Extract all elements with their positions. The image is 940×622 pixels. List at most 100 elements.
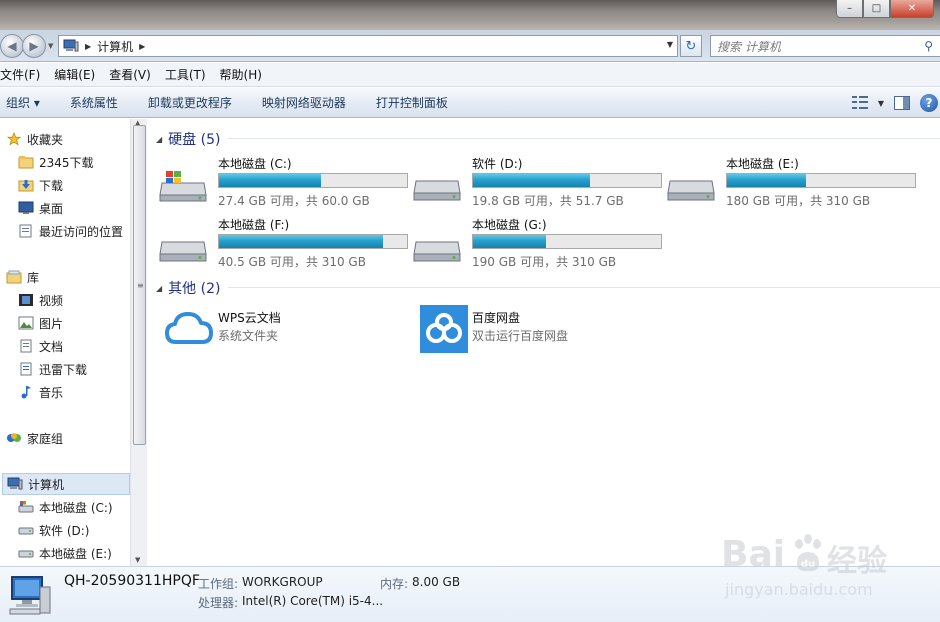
drive-item-f[interactable]: 本地磁盘 (F:) 40.5 GB 可用，共 310 GB: [148, 216, 408, 274]
sidebar-item-recent-places[interactable]: 最近访问的位置: [18, 220, 130, 242]
sidebar-item-label: 文档: [39, 339, 64, 354]
uninstall-program-button[interactable]: 卸载或更改程序: [148, 94, 232, 111]
recent-pages-dropdown-icon[interactable]: ▼: [48, 42, 53, 50]
menu-bar: 文件(F) 编辑(E) 查看(V) 工具(T) 帮助(H): [0, 63, 940, 87]
view-dropdown-icon[interactable]: ▼: [878, 99, 884, 108]
hard-drive-icon: [413, 180, 461, 201]
menu-tools[interactable]: 工具(T): [165, 66, 214, 83]
system-properties-button[interactable]: 系统属性: [70, 94, 118, 111]
computer-icon: [7, 477, 23, 490]
open-control-panel-button[interactable]: 打开控制面板: [376, 94, 448, 111]
refresh-icon: ↻: [685, 38, 697, 54]
search-input[interactable]: 搜索 计算机 ⚲: [710, 35, 940, 57]
sidebar-item-thunder-downloads[interactable]: 迅雷下载: [18, 358, 130, 380]
drive-item-d[interactable]: 软件 (D:) 19.8 GB 可用，共 51.7 GB: [402, 155, 662, 213]
baidu-netdisk-icon: [420, 305, 468, 353]
close-button[interactable]: ✕: [890, 0, 934, 18]
sidebar-item-label: 家庭组: [27, 431, 64, 446]
drive-name: 软件 (D:): [472, 157, 523, 171]
menu-help[interactable]: 帮助(H): [220, 66, 270, 83]
wps-cloud-icon: [165, 312, 213, 344]
baidu-netdisk-item[interactable]: 百度网盘 双击运行百度网盘: [402, 305, 652, 355]
workgroup-label: 工作组:: [198, 577, 239, 591]
recent-places-icon: [19, 224, 32, 238]
sidebar-item-drive-e[interactable]: 本地磁盘 (E:): [18, 542, 130, 564]
wps-cloud-docs-item[interactable]: WPS云文档 系统文件夹: [148, 305, 398, 355]
sidebar-item-label: 视频: [39, 293, 64, 308]
minimize-button[interactable]: –: [836, 0, 863, 18]
back-arrow-icon: ◀: [7, 39, 17, 53]
sidebar-item-label: 音乐: [39, 385, 64, 400]
sidebar-scrollbar[interactable]: ▲ ≡ ▼: [130, 119, 147, 566]
address-chevron-icon[interactable]: ▶: [139, 42, 145, 51]
drive-item-e[interactable]: 本地磁盘 (E:) 180 GB 可用，共 310 GB: [656, 155, 916, 213]
collapse-triangle-icon[interactable]: ◢: [156, 135, 162, 144]
computer-icon: [63, 39, 79, 52]
drive-item-g[interactable]: 本地磁盘 (G:) 190 GB 可用，共 310 GB: [402, 216, 662, 274]
system-drive-icon: [18, 501, 34, 513]
drive-space-text: 190 GB 可用，共 310 GB: [472, 255, 617, 269]
group-divider: [228, 138, 940, 139]
homegroup-icon: [7, 433, 21, 442]
sidebar-item-label: 库: [27, 270, 40, 285]
item-subtitle: 系统文件夹: [218, 329, 279, 343]
sidebar-item-documents[interactable]: 文档: [18, 335, 130, 357]
hard-drive-icon: [18, 550, 34, 558]
sidebar-item-desktop[interactable]: 桌面: [18, 197, 130, 219]
back-button[interactable]: ◀: [0, 34, 24, 58]
document-icon: [20, 362, 32, 376]
sidebar-item-drive-c[interactable]: 本地磁盘 (C:): [18, 496, 130, 518]
title-bar: – □ ✕: [0, 0, 940, 30]
address-chevron-icon[interactable]: ▶: [85, 42, 91, 51]
menu-view[interactable]: 查看(V): [109, 66, 159, 83]
sidebar-item-label: 图片: [39, 316, 64, 331]
sidebar-item-pictures[interactable]: 图片: [18, 312, 130, 334]
sidebar-item-downloads[interactable]: 下载: [18, 174, 130, 196]
refresh-button[interactable]: ↻: [680, 35, 702, 57]
item-name: WPS云文档: [218, 311, 281, 325]
help-icon[interactable]: ?: [920, 94, 938, 112]
scroll-down-icon[interactable]: ▼: [135, 556, 140, 564]
sidebar-item-music[interactable]: 音乐: [18, 381, 130, 403]
sidebar-item-label: 计算机: [28, 477, 65, 492]
star-icon: [6, 132, 22, 146]
sidebar-item-drive-d[interactable]: 软件 (D:): [18, 519, 130, 541]
organize-button[interactable]: 组织 ▾: [6, 94, 40, 111]
item-subtitle: 双击运行百度网盘: [472, 329, 569, 343]
scrollbar-thumb[interactable]: ≡: [133, 125, 146, 445]
address-segment-computer[interactable]: 计算机: [97, 38, 133, 55]
forward-button[interactable]: ▶: [22, 34, 46, 58]
address-bar[interactable]: ▶ 计算机 ▶ ▼: [58, 35, 678, 57]
change-view-icon[interactable]: [851, 96, 868, 110]
sidebar-item-computer[interactable]: 计算机: [2, 473, 130, 495]
map-network-drive-button[interactable]: 映射网络驱动器: [262, 94, 346, 111]
sidebar-item-label: 桌面: [39, 201, 64, 216]
computer-name: QH-20590311HPQF: [64, 573, 200, 589]
sidebar-item-label: 收藏夹: [27, 132, 64, 147]
drive-name: 本地磁盘 (F:): [218, 218, 290, 232]
sidebar-item-label: 本地磁盘 (C:): [39, 500, 113, 515]
sidebar-item-label: 下载: [39, 178, 64, 193]
drive-usage-fill: [219, 235, 383, 248]
search-icon[interactable]: ⚲: [924, 39, 933, 53]
drive-item-c[interactable]: 本地磁盘 (C:) 27.4 GB 可用，共 60.0 GB: [148, 155, 408, 213]
cpu-label: 处理器:: [198, 596, 239, 610]
sidebar-item-2345-download[interactable]: 2345下载: [18, 151, 130, 173]
sidebar-item-homegroup[interactable]: 家庭组: [6, 427, 130, 449]
sidebar-item-libraries[interactable]: 库: [6, 266, 130, 288]
maximize-button[interactable]: □: [863, 0, 890, 18]
preview-pane-icon[interactable]: [894, 96, 910, 110]
address-dropdown-icon[interactable]: ▼: [667, 40, 673, 49]
menu-file[interactable]: 文件(F): [0, 66, 48, 83]
search-placeholder: 搜索 计算机: [717, 39, 781, 54]
music-note-icon: [21, 386, 31, 399]
library-icon: [6, 270, 22, 284]
drive-space-text: 40.5 GB 可用，共 310 GB: [218, 255, 366, 269]
menu-edit[interactable]: 编辑(E): [54, 66, 103, 83]
group-header-other[interactable]: ◢ 其他 (2): [156, 278, 220, 298]
drive-usage-bar: [726, 173, 916, 188]
group-header-hard-drives[interactable]: ◢ 硬盘 (5): [156, 129, 220, 149]
sidebar-item-videos[interactable]: 视频: [18, 289, 130, 311]
collapse-triangle-icon[interactable]: ◢: [156, 284, 162, 293]
sidebar-item-favorites[interactable]: 收藏夹: [6, 128, 130, 150]
